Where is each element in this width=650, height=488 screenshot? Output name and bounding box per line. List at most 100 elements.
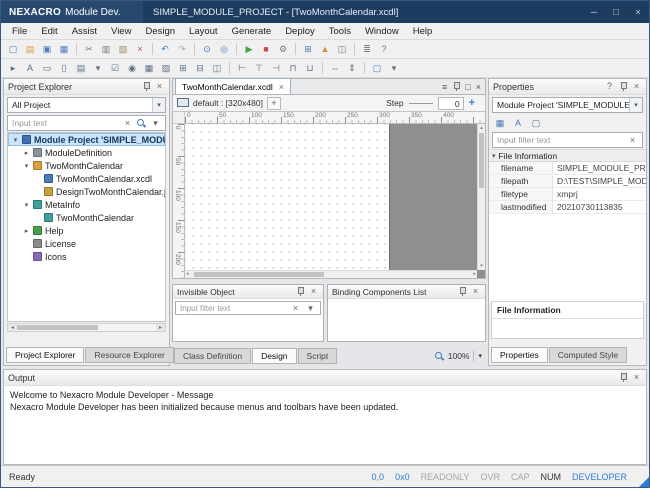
chevron-down-icon[interactable]: ▾ <box>305 303 316 314</box>
calendar-component-icon[interactable]: ⊞ <box>175 61 191 76</box>
clear-icon[interactable]: × <box>122 118 133 129</box>
pin-icon[interactable] <box>619 82 627 91</box>
scrollbar-thumb[interactable] <box>479 133 484 188</box>
align-center-icon[interactable]: ⊤ <box>251 61 267 76</box>
menu-help[interactable]: Help <box>406 23 440 40</box>
maximize-button[interactable]: □ <box>605 1 627 23</box>
tab-class-definition[interactable]: Class Definition <box>174 348 251 364</box>
scroll-right-icon[interactable]: ▸ <box>156 324 165 331</box>
tree-item-twomonthcalendar[interactable]: ▾TwoMonthCalendar <box>8 159 165 172</box>
deploy-icon[interactable]: ▲ <box>317 42 333 57</box>
div-component-icon[interactable]: ◫ <box>209 61 225 76</box>
pin-icon[interactable] <box>458 287 466 296</box>
replace-icon[interactable]: ◎ <box>216 42 232 57</box>
property-row-filename[interactable]: filenameSIMPLE_MODULE_PROJECT <box>489 162 646 175</box>
close-button[interactable]: × <box>627 1 649 23</box>
tree-item-twomonthcalendar-xcdl[interactable]: TwoMonthCalendar.xcdl <box>8 172 165 185</box>
help-icon[interactable]: ? <box>376 42 392 57</box>
pin-icon[interactable] <box>296 287 304 296</box>
property-value[interactable]: xmprj <box>553 188 646 200</box>
property-value[interactable]: D:\TEST\SIMPLE_MODULE_PROJECT <box>553 175 646 187</box>
collapse-icon[interactable]: ▾ <box>11 136 20 144</box>
package-icon[interactable]: ◫ <box>334 42 350 57</box>
build-icon[interactable]: ⚙ <box>275 42 291 57</box>
scroll-right-icon[interactable]: ▸ <box>473 271 476 278</box>
generate-icon[interactable]: ⊞ <box>300 42 316 57</box>
design-surface[interactable] <box>185 124 390 270</box>
menu-layout[interactable]: Layout <box>182 23 225 40</box>
close-icon[interactable]: × <box>631 81 642 92</box>
button-component-icon[interactable]: ▭ <box>39 61 55 76</box>
scrollbar-thumb[interactable] <box>194 272 324 277</box>
zoom-control[interactable]: 100% ▾ <box>435 351 482 361</box>
property-value[interactable]: 20210730113835 <box>553 201 646 213</box>
menu-tools[interactable]: Tools <box>322 23 358 40</box>
device-label[interactable]: default : [320x480] <box>193 98 263 108</box>
menu-assist[interactable]: Assist <box>65 23 104 40</box>
tree-item-module-project-simple-module-project[interactable]: ▾Module Project 'SIMPLE_MODULE_PROJECT' <box>8 133 165 146</box>
quick-view-icon[interactable]: ▢ <box>369 61 385 76</box>
paste-icon[interactable]: ▧ <box>115 42 131 57</box>
scrollbar-thumb[interactable] <box>17 325 98 330</box>
scrollbar-track[interactable] <box>17 324 156 331</box>
save-icon[interactable]: ▣ <box>39 42 55 57</box>
radio-component-icon[interactable]: ◉ <box>124 61 140 76</box>
float-window-icon[interactable]: □ <box>465 82 470 92</box>
resize-grip[interactable] <box>639 477 649 487</box>
launch-icon[interactable]: ▶ <box>241 42 257 57</box>
close-icon[interactable]: × <box>154 81 165 92</box>
property-row-lastmodified[interactable]: lastmodified20210730113835 <box>489 201 646 214</box>
tree-item-icons[interactable]: Icons <box>8 250 165 263</box>
new-project-icon[interactable]: ▢ <box>5 42 21 57</box>
tab-list-icon[interactable]: ≡ <box>442 82 447 92</box>
document-tab[interactable]: TwoMonthCalendar.xcdl × <box>175 78 291 94</box>
align-bottom-icon[interactable]: ⊔ <box>302 61 318 76</box>
align-right-icon[interactable]: ⊣ <box>268 61 284 76</box>
window-list-icon[interactable]: ≣ <box>359 42 375 57</box>
tree-item-designtwomonthcalendar-js[interactable]: DesignTwoMonthCalendar.js <box>8 185 165 198</box>
undo-icon[interactable]: ↶ <box>157 42 173 57</box>
tab-component-icon[interactable]: ⊟ <box>192 61 208 76</box>
collapse-icon[interactable]: ▾ <box>22 162 31 170</box>
categorized-view-icon[interactable]: ▦ <box>492 116 508 131</box>
close-icon[interactable]: × <box>470 286 481 297</box>
cut-icon[interactable]: ✂ <box>81 42 97 57</box>
menu-file[interactable]: File <box>5 23 34 40</box>
tab-project-explorer[interactable]: Project Explorer <box>6 347 84 363</box>
find-icon[interactable]: ⊙ <box>199 42 215 57</box>
tree-item-twomonthcalendar[interactable]: TwoMonthCalendar <box>8 211 165 224</box>
tree-horizontal-scrollbar[interactable]: ◂ ▸ <box>7 323 166 332</box>
tab-computed-style[interactable]: Computed Style <box>549 347 627 363</box>
menu-window[interactable]: Window <box>358 23 406 40</box>
save-all-icon[interactable]: ▦ <box>56 42 72 57</box>
same-height-icon[interactable]: ⇕ <box>344 61 360 76</box>
file-information-section[interactable]: ▾ File Information <box>489 149 646 162</box>
chevron-down-icon[interactable]: ▾ <box>152 98 165 112</box>
menu-view[interactable]: View <box>104 23 138 40</box>
horizontal-scrollbar[interactable]: ◂ ▸ <box>185 270 477 278</box>
zoom-value[interactable]: 100% <box>448 351 470 361</box>
tree-item-metainfo[interactable]: ▾MetaInfo <box>8 198 165 211</box>
checkbox-component-icon[interactable]: ☑ <box>107 61 123 76</box>
add-device-button[interactable]: + <box>267 97 281 110</box>
clear-icon[interactable]: × <box>627 135 638 146</box>
menu-edit[interactable]: Edit <box>34 23 64 40</box>
help-icon[interactable]: ? <box>604 81 615 92</box>
properties-target-combobox[interactable]: Module Project 'SIMPLE_MODULE_PROJECT' ▾ <box>492 97 643 113</box>
redo-icon[interactable]: ↷ <box>174 42 190 57</box>
tree-item-help[interactable]: ▸Help <box>8 224 165 237</box>
property-row-filetype[interactable]: filetypexmprj <box>489 188 646 201</box>
tree-item-moduledefinition[interactable]: ▸ModuleDefinition <box>8 146 165 159</box>
grid-component-icon[interactable]: ▦ <box>141 61 157 76</box>
tab-resource-explorer[interactable]: Resource Explorer <box>85 347 173 363</box>
combo-component-icon[interactable]: ▾ <box>90 61 106 76</box>
tab-script[interactable]: Script <box>298 348 338 364</box>
property-row-filepath[interactable]: filepathD:\TEST\SIMPLE_MODULE_PROJECT <box>489 175 646 188</box>
delete-icon[interactable]: × <box>132 42 148 57</box>
tab-design[interactable]: Design <box>252 348 296 364</box>
properties-filter-input[interactable]: Input filter text × <box>492 132 643 148</box>
close-tab-icon[interactable]: × <box>279 82 284 92</box>
step-slider[interactable] <box>409 103 433 104</box>
filter-dropdown-icon[interactable]: ▾ <box>150 118 161 129</box>
stop-icon[interactable]: ■ <box>258 42 274 57</box>
